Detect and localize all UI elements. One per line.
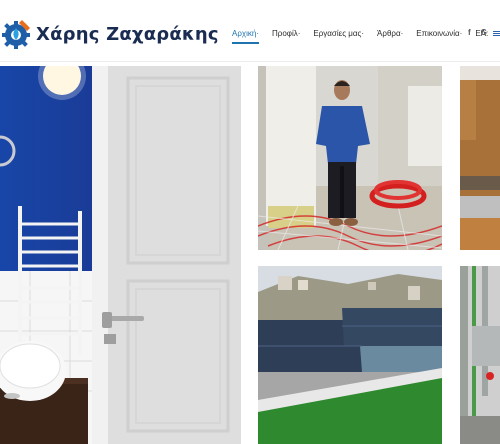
nav-item-home[interactable]: Αρχική· bbox=[232, 29, 259, 44]
nav-item-profile[interactable]: Προφίλ· bbox=[272, 29, 300, 38]
main-nav: Αρχική· Προφίλ· Εργασίες μας· Άρθρα· Επι… bbox=[232, 29, 500, 44]
google-plus-icon[interactable]: G bbox=[481, 28, 487, 37]
gallery-item-solar[interactable] bbox=[258, 266, 442, 444]
plumber-underfloor-heating-photo-icon bbox=[258, 66, 442, 250]
brand-name: Χάρης Ζαχαράκης bbox=[36, 23, 219, 45]
nav-label: Επικοινωνία bbox=[416, 29, 460, 38]
gallery-item-soil[interactable] bbox=[460, 66, 500, 250]
boiler-pipes-photo-icon bbox=[460, 266, 500, 444]
nav-label: Εργασίες μας bbox=[313, 29, 362, 38]
social-links: f G bbox=[468, 28, 497, 37]
site-header: Χάρης Ζαχαράκης Αρχική· Προφίλ· Εργασίες… bbox=[0, 0, 500, 62]
gear-wrench-logo-icon bbox=[2, 20, 30, 49]
gallery-item-pipes[interactable] bbox=[460, 266, 500, 444]
gallery-item-worker[interactable] bbox=[258, 66, 442, 250]
nav-item-articles[interactable]: Άρθρα· bbox=[377, 29, 403, 38]
excavation-soil-photo-icon bbox=[460, 66, 500, 250]
gallery-item-bathroom[interactable] bbox=[0, 66, 241, 444]
nav-item-works[interactable]: Εργασίες μας· bbox=[313, 29, 364, 38]
nav-label: Αρχική bbox=[232, 29, 257, 38]
site-logo[interactable]: Χάρης Ζαχαράκης bbox=[0, 16, 219, 52]
nav-label: Άρθρα bbox=[377, 29, 401, 38]
facebook-icon[interactable]: f bbox=[468, 28, 471, 37]
bathroom-renovation-photo-icon bbox=[0, 66, 241, 444]
nav-item-contact[interactable]: Επικοινωνία· bbox=[416, 29, 462, 38]
nav-label: Προφίλ bbox=[271, 29, 298, 38]
rooftop-solar-panels-photo-icon bbox=[258, 266, 442, 444]
